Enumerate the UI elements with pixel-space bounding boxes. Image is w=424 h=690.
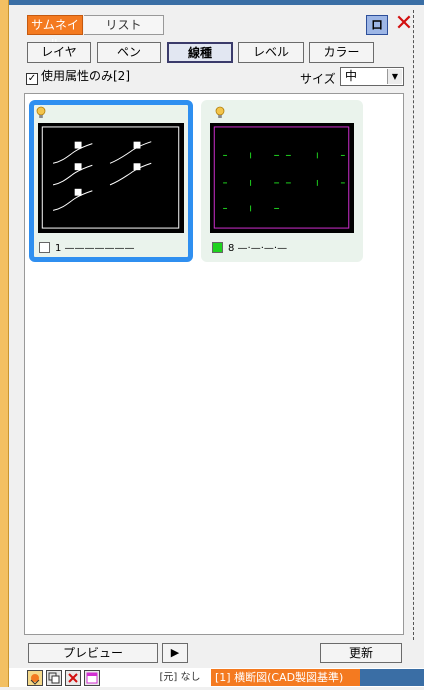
color-swatch bbox=[39, 242, 50, 253]
pin-button[interactable]: ロ bbox=[366, 15, 388, 35]
filter-color-button[interactable]: カラー bbox=[309, 42, 374, 63]
size-select[interactable]: 中 ▼ bbox=[340, 67, 404, 86]
tab-list[interactable]: リスト bbox=[84, 15, 164, 35]
used-attrs-checkbox[interactable]: ✓ bbox=[26, 73, 38, 85]
window-icon[interactable] bbox=[84, 670, 100, 686]
pin-icon: ロ bbox=[370, 18, 383, 32]
play-icon: ▶ bbox=[170, 646, 180, 659]
filter-level-button[interactable]: レベル bbox=[238, 42, 304, 63]
color-swatch bbox=[212, 242, 223, 253]
preview-button[interactable]: プレビュー bbox=[28, 643, 158, 663]
copy-icon[interactable] bbox=[46, 670, 62, 686]
top-border bbox=[9, 0, 424, 5]
left-border bbox=[0, 0, 9, 687]
lightbulb-icon[interactable] bbox=[36, 106, 46, 120]
linetype-8-preview bbox=[210, 123, 354, 233]
document-status: [1] 横断図(CAD製図基準) bbox=[211, 669, 360, 686]
linetype-1-label: 1 ——————— bbox=[55, 243, 135, 254]
dock-edge bbox=[413, 10, 414, 640]
tab-thumbnail[interactable]: サムネイル bbox=[27, 15, 83, 51]
status-bar-end bbox=[360, 669, 424, 686]
source-status: [元] なし bbox=[159, 672, 201, 683]
play-button[interactable]: ▶ bbox=[162, 643, 188, 663]
close-icon: ✕ bbox=[394, 11, 414, 36]
filter-pen-button[interactable]: ペン bbox=[97, 42, 161, 63]
lightbulb-icon[interactable] bbox=[215, 106, 225, 120]
used-attrs-label: 使用属性のみ[2] bbox=[41, 69, 130, 83]
size-value: 中 bbox=[345, 69, 358, 83]
size-label: サイズ bbox=[300, 72, 336, 86]
linetype-1-preview bbox=[38, 123, 184, 233]
close-button[interactable]: ✕ bbox=[392, 11, 416, 36]
thumbnail-panel: 1 ——————— 8 —·—·—·— bbox=[24, 93, 404, 635]
delete-icon[interactable] bbox=[65, 670, 81, 686]
used-attrs-toggle[interactable]: ✓ 使用属性のみ[2] bbox=[26, 68, 130, 85]
update-button[interactable]: 更新 bbox=[320, 643, 402, 663]
chevron-down-icon[interactable]: ▼ bbox=[387, 69, 402, 84]
linetype-card-1[interactable]: 1 ——————— bbox=[29, 100, 193, 262]
filter-layer-button[interactable]: レイヤ bbox=[27, 42, 91, 63]
linetype-8-label: 8 —·—·—·— bbox=[228, 243, 288, 254]
filter-linetype-button[interactable]: 線種 bbox=[167, 42, 233, 63]
linetype-card-8[interactable]: 8 —·—·—·— bbox=[201, 100, 363, 262]
import-icon[interactable] bbox=[27, 670, 43, 686]
